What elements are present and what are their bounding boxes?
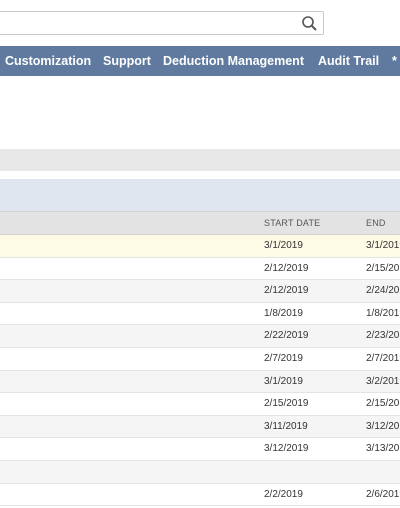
start-date-cell: 3/1/2019 xyxy=(264,240,303,251)
start-date-cell: 3/11/2019 xyxy=(264,420,308,432)
table-row[interactable]: 3/12/2019 3/13/2019 xyxy=(0,438,400,461)
column-header-start-date[interactable]: START DATE xyxy=(264,212,320,234)
start-date-cell: 1/8/2019 xyxy=(264,307,303,319)
table-row[interactable]: 1/8/2019 1/8/2019 xyxy=(0,303,400,326)
table-row[interactable] xyxy=(0,460,400,484)
end-date-cell: 2/24/2019 xyxy=(366,285,400,297)
table-row[interactable]: 2/22/2019 2/23/2019 xyxy=(0,325,400,348)
end-date-cell: 3/1/2019 xyxy=(366,240,400,251)
filter-band xyxy=(0,179,400,211)
end-date-cell: 2/15/2019 xyxy=(366,262,400,274)
table-header: START DATE END DATE xyxy=(0,211,400,250)
nav-item-more[interactable]: * xyxy=(392,46,397,76)
table-row[interactable]: 3/1/2019 3/2/2019 xyxy=(0,370,400,394)
end-date-cell: 3/12/2019 xyxy=(366,420,400,432)
start-date-cell: 3/1/2019 xyxy=(264,375,303,387)
end-date-cell: 2/15/2019 xyxy=(366,398,400,410)
start-date-cell: 2/22/2019 xyxy=(264,330,309,342)
nav-item-audit-trail[interactable]: Audit Trail xyxy=(318,46,379,76)
start-date-cell: 2/2/2019 xyxy=(264,488,303,500)
end-date-cell: 2/6/2019 xyxy=(366,488,400,500)
search-icon[interactable] xyxy=(301,15,318,32)
table-body: 3/1/2019 3/1/2019 2/12/2019 2/15/2019 2/12… xyxy=(0,235,400,507)
start-date-cell: 2/15/2019 xyxy=(264,398,309,410)
end-date-cell: 3/2/2019 xyxy=(366,375,400,387)
nav-item-customization[interactable]: Customization xyxy=(5,46,91,76)
end-date-cell: 1/8/2019 xyxy=(366,307,400,319)
table-row[interactable]: 2/12/2019 2/15/2019 xyxy=(0,258,400,281)
page-header-band xyxy=(0,149,400,171)
table-row[interactable]: 2/15/2019 2/15/2019 xyxy=(0,393,400,416)
start-date-cell: 2/7/2019 xyxy=(264,352,303,364)
table-row[interactable]: 3/11/2019 3/12/2019 xyxy=(0,415,400,439)
global-search-input[interactable] xyxy=(0,11,324,35)
table-row[interactable]: 2/2/2019 2/6/2019 xyxy=(0,484,400,507)
table-row[interactable]: 3/1/2019 3/1/2019 xyxy=(0,235,400,258)
table-row[interactable]: 2/12/2019 2/24/2019 xyxy=(0,280,400,303)
start-date-cell: 2/12/2019 xyxy=(264,262,309,274)
end-date-cell: 2/7/2019 xyxy=(366,352,400,364)
end-date-cell: 2/23/2019 xyxy=(366,330,400,342)
start-date-cell: 2/12/2019 xyxy=(264,285,309,297)
main-nav-bar: Customization Support Deduction Manageme… xyxy=(0,46,400,76)
start-date-cell: 3/12/2019 xyxy=(264,443,309,455)
nav-item-support[interactable]: Support xyxy=(103,46,151,76)
table-row[interactable]: 2/7/2019 2/7/2019 xyxy=(0,348,400,371)
end-date-cell: 3/13/2019 xyxy=(366,443,400,455)
nav-item-deduction-management[interactable]: Deduction Management xyxy=(163,46,304,76)
